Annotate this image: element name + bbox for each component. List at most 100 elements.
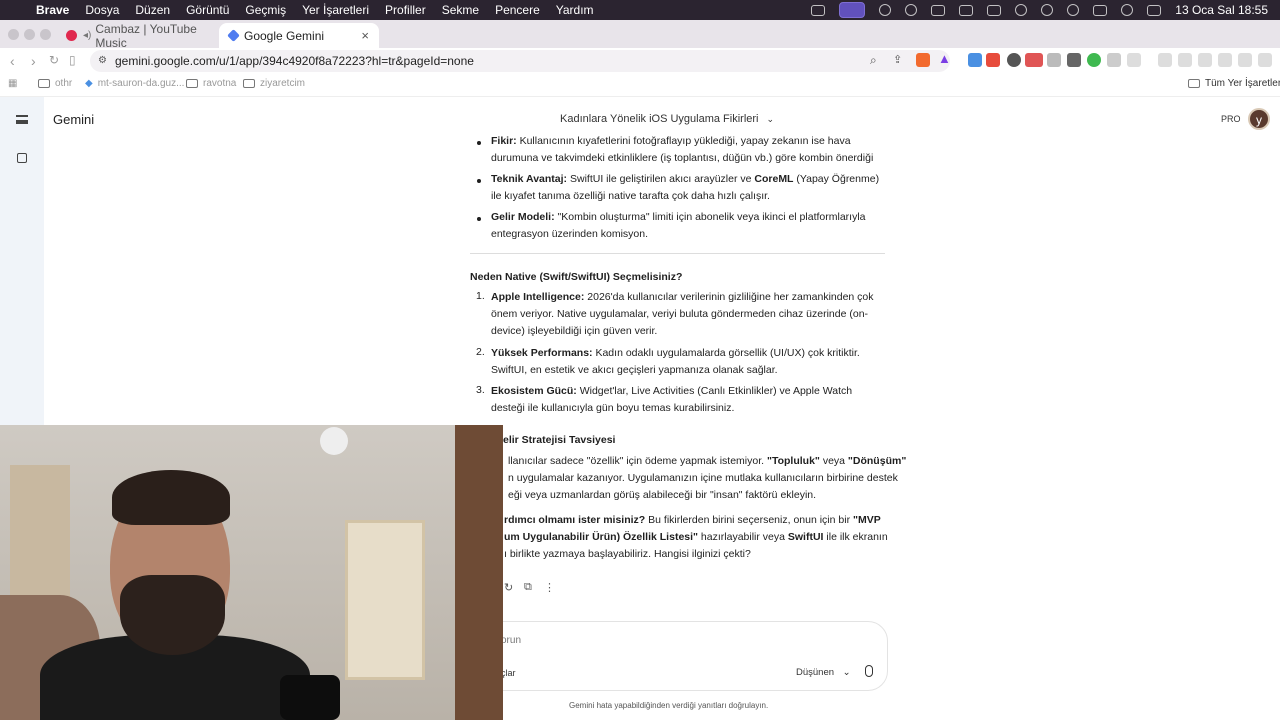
back-icon[interactable]: ‹ [10, 53, 15, 69]
gemini-sidebar [0, 97, 44, 427]
wifi-icon[interactable] [1015, 4, 1028, 16]
display-icon[interactable] [1093, 4, 1108, 16]
site-settings-icon[interactable]: ⚙ [98, 55, 107, 66]
bookmark-othr[interactable]: othr [38, 78, 72, 89]
menu-goruntu[interactable]: Görüntü [186, 3, 229, 17]
apps-grid-icon[interactable]: ▦ [8, 78, 17, 89]
copy-icon[interactable]: ⧉ [524, 581, 532, 594]
download-icon[interactable] [1158, 53, 1172, 67]
webcam-person-hair [112, 470, 230, 525]
strategy-heading: elir Stratejisi Tavsiyesi [503, 434, 616, 446]
browser-menu-icon[interactable] [1258, 53, 1272, 67]
share-icon[interactable]: ⇪ [893, 53, 902, 66]
strategy-text: llanıcılar sadece "özellik" için ödeme y… [508, 455, 767, 467]
extension-pen-icon[interactable] [986, 53, 1000, 67]
extension-red-icon[interactable] [1025, 53, 1043, 67]
follow-up-bold: "MVP [852, 514, 881, 526]
window-zoom-button[interactable] [40, 29, 51, 40]
battery-icon[interactable] [987, 4, 1002, 16]
menu-duzen[interactable]: Düzen [135, 3, 170, 17]
menu-gecmis[interactable]: Geçmiş [245, 3, 286, 17]
screen-mirror-icon[interactable] [811, 4, 826, 16]
bullet-text: Kullanıcının kıyafetlerini fotoğraflayıp… [491, 135, 874, 164]
follow-up-paragraph: rdımcı olmamı ister misiniz? Bu fikirler… [504, 512, 888, 563]
extension-camera-icon[interactable] [1047, 53, 1061, 67]
all-bookmarks[interactable]: Tüm Yer İşaretleri [1188, 78, 1280, 89]
all-bookmarks-label: Tüm Yer İşaretleri [1205, 78, 1280, 89]
zoom-icon[interactable]: ⌕ [870, 53, 877, 68]
bookmark-sauron[interactable]: ◆ mt-sauron-da.guz... [85, 78, 184, 89]
control-center-icon[interactable] [1147, 4, 1162, 16]
bookmark-ziyaretcim[interactable]: ziyaretcim [243, 78, 305, 89]
menu-profiller[interactable]: Profiller [385, 3, 426, 17]
list-number: 3. [476, 384, 485, 396]
bullet-bold-term: CoreML [754, 173, 794, 185]
regenerate-icon[interactable]: ↻ [504, 581, 513, 594]
list-item-label: Ekosistem Gücü: [491, 385, 577, 397]
headphones-icon[interactable] [1041, 4, 1054, 16]
strategy-line: eği veya uzmanlardan görüş alabileceği b… [508, 489, 817, 501]
menu-yer-isaretleri[interactable]: Yer İşaretleri [302, 3, 369, 17]
bookmark-icon[interactable]: ▯ [69, 53, 76, 67]
sidebar-toggle-icon[interactable] [1198, 53, 1212, 67]
reload-icon[interactable]: ↻ [49, 53, 59, 67]
new-chat-icon[interactable] [17, 153, 27, 163]
menubar-status-area: 13 Oca Sal 18:55 [811, 0, 1268, 20]
prompt-input-placeholder[interactable]: orun [501, 635, 521, 646]
follow-up-line: um Uygulanabilir Ürün) Özellik Listesi" … [504, 529, 888, 546]
more-options-icon[interactable]: ⋮ [544, 581, 555, 594]
media-icon[interactable] [1178, 53, 1192, 67]
play-icon[interactable] [1121, 4, 1134, 16]
screen-record-icon[interactable] [839, 2, 866, 18]
tab-youtube-music[interactable]: ◂) Cambaz | YouTube Music [56, 22, 216, 50]
forward-icon[interactable]: › [31, 53, 36, 69]
tab-google-gemini[interactable]: Google Gemini × [219, 23, 379, 48]
address-bar[interactable]: ⚙ gemini.google.com/u/1/app/394c4920f8a7… [90, 50, 951, 72]
webcam-microphone [280, 675, 340, 720]
conversation-title[interactable]: Kadınlara Yönelik iOS Uygulama Fikirleri… [560, 113, 774, 125]
extensions-puzzle-icon[interactable] [1107, 53, 1121, 67]
menu-sekme[interactable]: Sekme [442, 3, 479, 17]
chat-icon[interactable] [879, 4, 892, 16]
extension-check-icon[interactable] [1087, 53, 1101, 67]
follow-up-line: ı birlikte yazmaya başlayabiliriz. Hangi… [504, 548, 751, 560]
gemini-brand[interactable]: Gemini [53, 112, 94, 127]
extension-shield-icon[interactable] [1007, 53, 1021, 67]
microphone-icon[interactable] [865, 665, 873, 677]
avatar[interactable]: y [1248, 108, 1270, 130]
extension-translate-icon[interactable] [968, 53, 982, 67]
search-spotlight-icon[interactable] [1067, 4, 1080, 16]
bluetooth-icon[interactable] [959, 4, 974, 16]
webcam-overlay [0, 425, 503, 720]
menu-hamburger-icon[interactable] [16, 115, 28, 124]
bookmark-ravotna[interactable]: ravotna [186, 78, 236, 89]
strategy-paragraph: llanıcılar sadece "özellik" için ödeme y… [508, 453, 906, 504]
chevron-down-icon: ⌄ [842, 667, 851, 678]
extension-grey-icon[interactable] [1127, 53, 1141, 67]
tools-button[interactable]: çlar [501, 668, 516, 678]
tab-title: Google Gemini [244, 28, 325, 43]
calendar-icon[interactable] [931, 4, 946, 16]
menu-yardim[interactable]: Yardım [556, 3, 594, 17]
audio-playing-icon[interactable]: ◂) [83, 30, 91, 41]
bullet-dot [477, 217, 481, 221]
model-mode-label: Düşünen [796, 667, 835, 678]
menu-pencere[interactable]: Pencere [495, 3, 540, 17]
leo-ai-icon[interactable] [1238, 53, 1252, 67]
shield-status-icon[interactable] [905, 4, 918, 16]
prompt-input-box[interactable]: orun çlar Düşünen ⌄ [470, 621, 888, 691]
follow-up-bold: SwiftUI [787, 531, 824, 543]
brave-shields-icon[interactable] [916, 53, 930, 67]
model-mode-selector[interactable]: Düşünen ⌄ [796, 667, 851, 678]
window-minimize-button[interactable] [24, 29, 35, 40]
url-text[interactable]: gemini.google.com/u/1/app/394c4920f8a722… [115, 54, 474, 68]
brave-rewards-icon[interactable]: ▲ [938, 51, 951, 66]
extension-tool-icon[interactable] [1067, 53, 1081, 67]
menubar-clock[interactable]: 13 Oca Sal 18:55 [1175, 3, 1268, 17]
menu-dosya[interactable]: Dosya [85, 3, 119, 17]
close-tab-icon[interactable]: × [361, 28, 369, 43]
window-close-button[interactable] [8, 29, 19, 40]
follow-up-text: ile ilk ekranın [823, 531, 888, 543]
wallet-icon[interactable] [1218, 53, 1232, 67]
menu-app-name[interactable]: Brave [36, 3, 69, 17]
